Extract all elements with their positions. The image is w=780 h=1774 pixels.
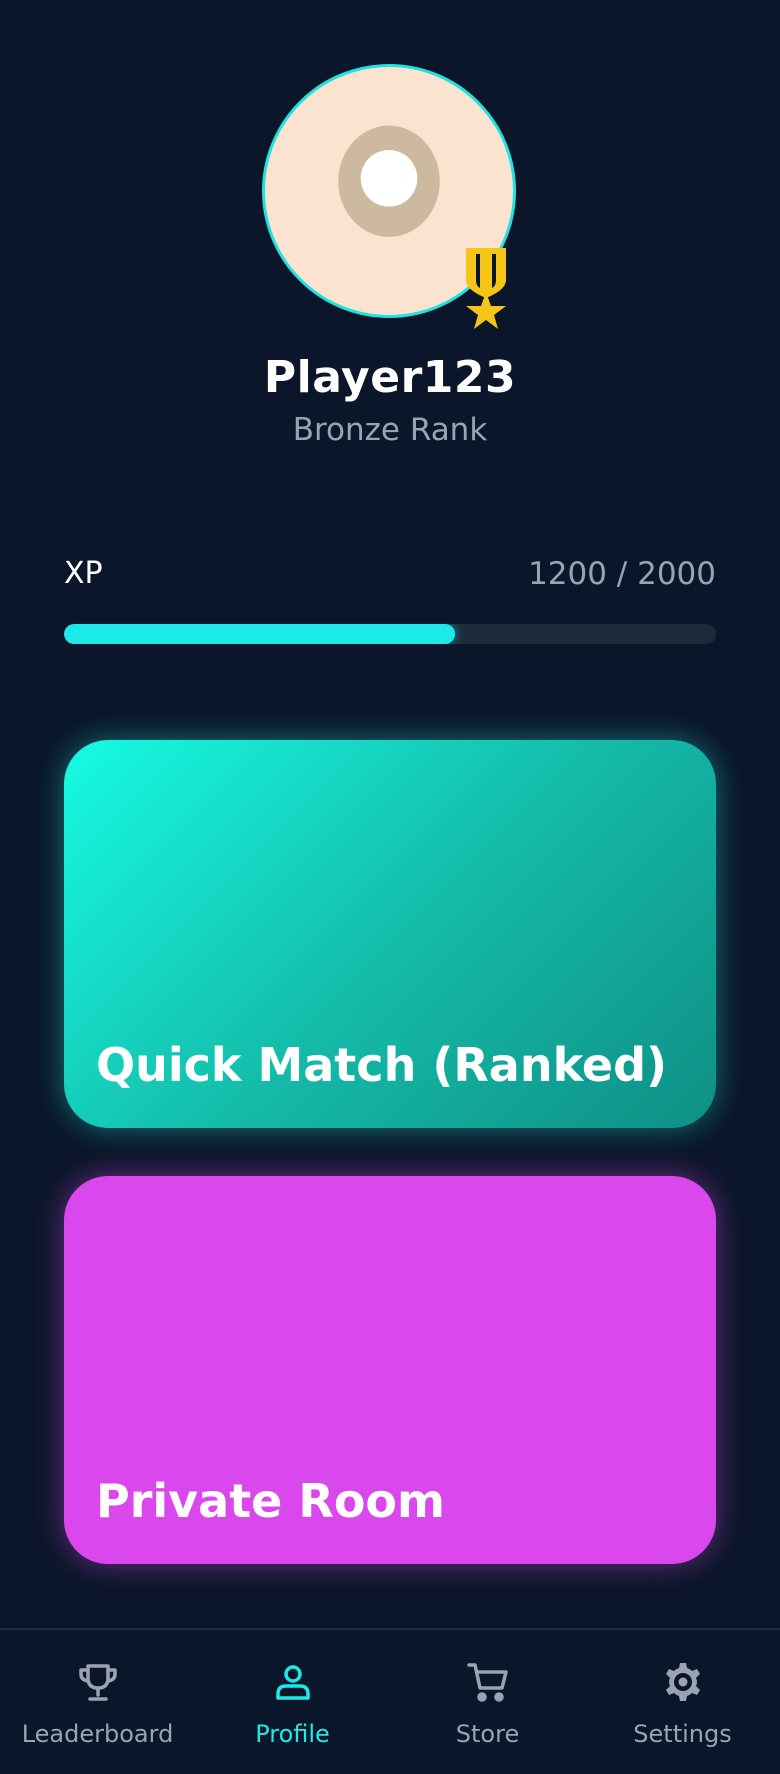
trophy-icon xyxy=(78,1664,117,1701)
cart-icon xyxy=(466,1663,508,1702)
xp-value: 1200 / 2000 xyxy=(528,556,716,592)
xp-progress-fill xyxy=(64,624,456,644)
player-name: Player123 xyxy=(263,352,517,403)
gear-icon xyxy=(665,1663,700,1701)
nav-item-profile[interactable]: Profile xyxy=(195,1630,390,1774)
medal-star-icon xyxy=(466,248,506,329)
xp-progress-bar xyxy=(64,624,716,644)
nav-label-leaderboard: Leaderboard xyxy=(21,1720,174,1748)
xp-label: XP xyxy=(64,556,103,591)
nav-item-store[interactable]: Store xyxy=(390,1630,585,1774)
nav-item-settings[interactable]: Settings xyxy=(585,1630,780,1774)
quick-match-label: Quick Match (Ranked) xyxy=(96,1038,668,1092)
bottom-nav: Leaderboard Profile Store Settings xyxy=(0,1628,780,1774)
nav-label-profile: Profile xyxy=(255,1720,330,1748)
nav-label-store: Store xyxy=(455,1720,520,1748)
person-icon xyxy=(275,1665,310,1700)
private-room-button[interactable]: Private Room xyxy=(64,1176,716,1564)
nav-label-settings: Settings xyxy=(633,1720,732,1748)
player-rank: Bronze Rank xyxy=(292,412,488,448)
quick-match-button[interactable]: Quick Match (Ranked) xyxy=(64,740,716,1128)
profile-screen: Player123 Bronze Rank XP 1200 / 2000 Qui… xyxy=(0,0,780,1774)
nav-item-leaderboard[interactable]: Leaderboard xyxy=(0,1630,195,1774)
private-room-label: Private Room xyxy=(96,1474,445,1528)
